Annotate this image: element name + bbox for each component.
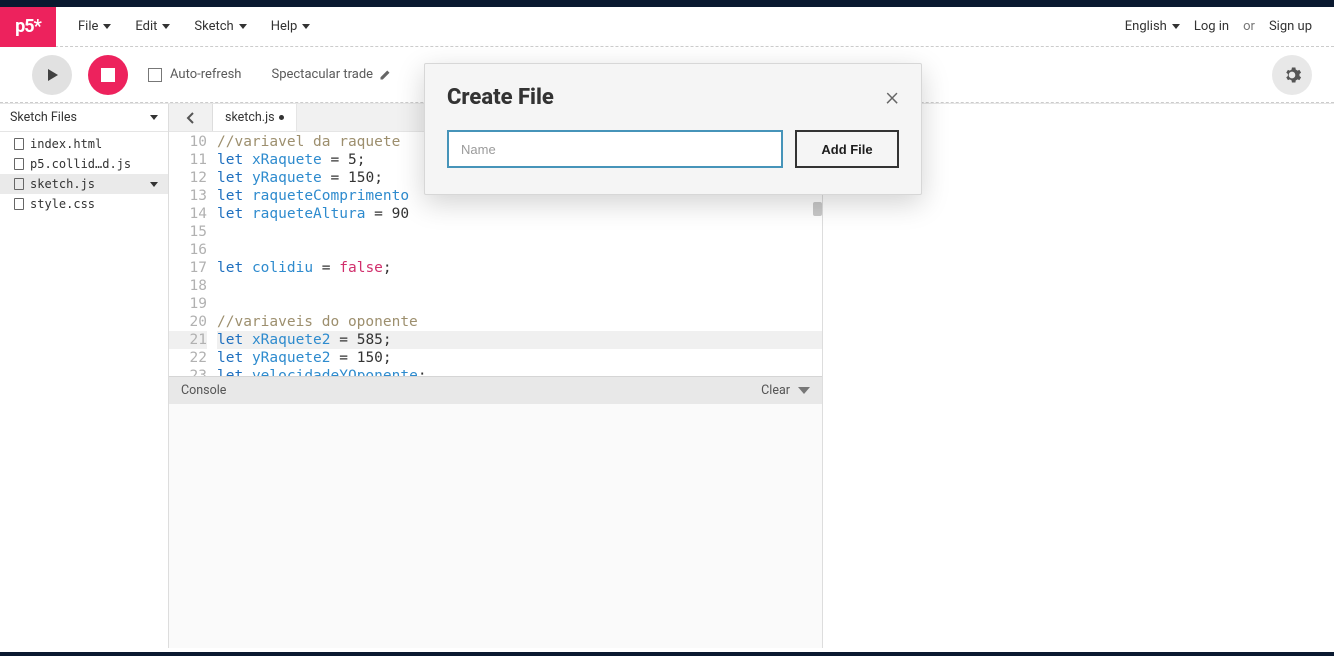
caret-down-icon [302,24,310,29]
file-icon [14,178,24,190]
file-item[interactable]: sketch.js [0,174,168,194]
caret-down-icon [150,182,158,187]
menu-edit[interactable]: Edit [135,19,170,34]
stop-button[interactable] [88,55,128,95]
modal-title: Create File [447,85,554,110]
separator: or [1243,19,1255,34]
collapse-sidebar-button[interactable] [169,104,213,131]
sidebar-header[interactable]: Sketch Files [0,104,168,132]
tab-sketch-js[interactable]: sketch.js [213,104,297,131]
caret-down-icon [162,24,170,29]
menu-help[interactable]: Help [271,19,311,34]
login-link[interactable]: Log in [1194,19,1229,34]
project-name[interactable]: Spectacular trade [271,67,391,82]
console-body [169,404,822,648]
settings-button[interactable] [1272,55,1312,95]
file-item[interactable]: style.css [0,194,168,214]
checkbox-icon [148,68,162,82]
stop-icon [101,68,115,82]
close-icon[interactable]: × [885,82,899,112]
caret-down-icon [103,24,111,29]
file-icon [14,158,24,170]
add-file-button[interactable]: Add File [795,130,899,168]
caret-down-icon [1172,24,1180,29]
auto-refresh-toggle[interactable]: Auto-refresh [148,67,241,82]
pencil-icon [379,69,391,81]
file-icon [14,198,24,210]
sidebar: Sketch Files index.htmlp5.collid…d.jsske… [0,104,169,648]
language-select[interactable]: English [1125,19,1180,34]
gear-icon [1282,65,1302,85]
signup-link[interactable]: Sign up [1269,19,1312,34]
file-item[interactable]: index.html [0,134,168,154]
modified-dot-icon [279,115,284,120]
file-item[interactable]: p5.collid…d.js [0,154,168,174]
play-button[interactable] [32,55,72,95]
chevron-down-icon [798,387,810,394]
menu-file[interactable]: File [78,19,111,34]
filename-input[interactable] [447,130,783,168]
scrollbar-thumb[interactable] [813,202,822,216]
console-header[interactable]: Console Clear [169,376,822,404]
logo: p5* [0,7,56,47]
file-icon [14,138,24,150]
menu-sketch[interactable]: Sketch [194,19,246,34]
caret-down-icon [150,115,158,120]
create-file-modal: Create File × Add File [424,63,922,195]
console-clear[interactable]: Clear [761,383,790,398]
menubar: p5* File Edit Sketch Help English Log in… [0,7,1334,47]
caret-down-icon [239,24,247,29]
